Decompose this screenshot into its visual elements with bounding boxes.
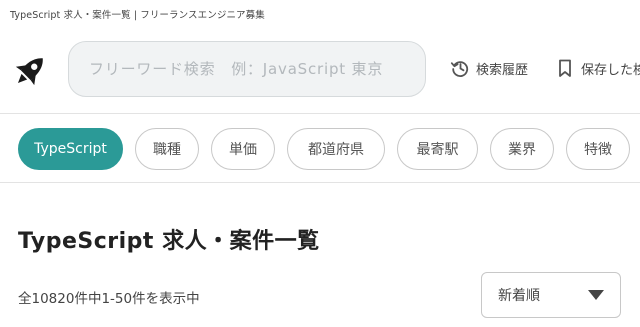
chip-industry[interactable]: 業界	[490, 128, 554, 170]
chip-job-type[interactable]: 職種	[135, 128, 199, 170]
result-count: 全10820件中1-50件を表示中	[18, 291, 200, 307]
search-history-label: 検索履歴	[476, 62, 529, 78]
history-icon	[450, 61, 469, 77]
chip-rate[interactable]: 単価	[211, 128, 275, 170]
header-divider	[0, 113, 640, 114]
page-title: TypeScript 求人・案件一覧	[18, 229, 320, 254]
saved-searches-button[interactable]: 保存した検	[555, 58, 640, 78]
filter-divider	[0, 182, 640, 183]
rocket-logo-icon[interactable]	[10, 51, 50, 91]
sort-selected-label: 新着順	[498, 288, 540, 304]
chip-features[interactable]: 特徴	[566, 128, 630, 170]
search-history-button[interactable]: 検索履歴	[450, 58, 528, 78]
chip-nearest-station[interactable]: 最寄駅	[397, 128, 478, 170]
sort-select[interactable]: 新着順	[481, 272, 621, 318]
bookmark-icon	[559, 59, 571, 77]
page-tagline: TypeScript 求人・案件一覧 | フリーランスエンジニア募集	[10, 10, 265, 21]
saved-searches-label: 保存した検	[581, 62, 640, 78]
search-input[interactable]	[89, 60, 425, 78]
chip-typescript[interactable]: TypeScript	[18, 128, 123, 170]
filter-chip-bar: TypeScript 職種 単価 都道府県 最寄駅 業界 特徴	[18, 128, 630, 170]
chevron-down-icon	[588, 290, 604, 300]
chip-prefecture[interactable]: 都道府県	[287, 128, 385, 170]
search-box[interactable]	[68, 41, 426, 97]
